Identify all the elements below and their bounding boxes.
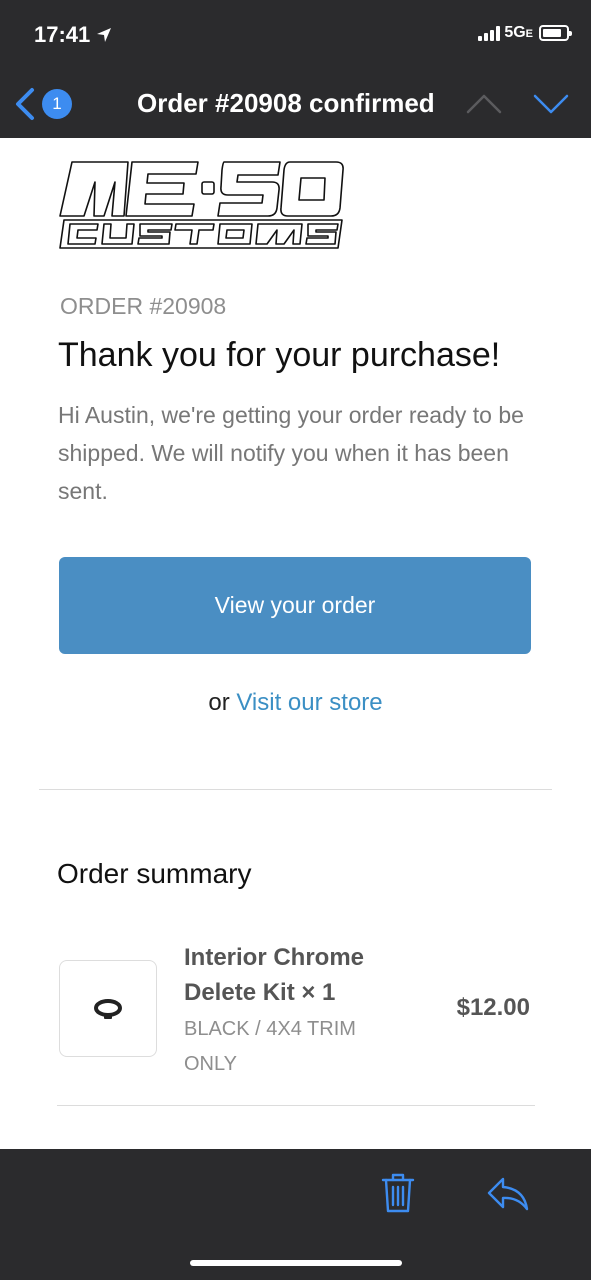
status-indicators: 5GE bbox=[478, 24, 572, 42]
message-title: Order #20908 confirmed bbox=[137, 88, 435, 118]
view-order-button[interactable]: View your order bbox=[59, 557, 531, 654]
order-summary-title: Order summary bbox=[57, 858, 252, 889]
status-time: 17:41 bbox=[34, 22, 112, 48]
unread-badge[interactable]: 1 bbox=[42, 89, 72, 119]
product-name: Interior Chrome Delete Kit × 1 bbox=[184, 944, 365, 1006]
status-time-text: 17:41 bbox=[34, 22, 91, 47]
visit-store-link[interactable]: Visit our store bbox=[236, 689, 382, 716]
product-variant: BLACK / 4X4 TRIM ONLY bbox=[184, 1018, 356, 1075]
network-type: 5GE bbox=[504, 24, 533, 41]
email-intro-text: Hi Austin, we're getting your order read… bbox=[58, 402, 524, 504]
home-indicator bbox=[190, 1260, 402, 1266]
trash-icon[interactable] bbox=[380, 1172, 416, 1214]
email-headline: Thank you for your purchase! bbox=[58, 336, 501, 374]
product-image bbox=[94, 998, 122, 1019]
product-price: $12.00 bbox=[456, 994, 530, 1021]
chevron-down-icon[interactable] bbox=[533, 92, 569, 116]
back-chevron-icon[interactable] bbox=[10, 86, 40, 122]
signal-icon bbox=[478, 25, 501, 41]
battery-icon bbox=[539, 25, 572, 41]
item-divider bbox=[57, 1105, 535, 1106]
location-arrow-icon bbox=[97, 28, 112, 42]
reply-icon[interactable] bbox=[486, 1176, 530, 1212]
secondary-action: or Visit our store bbox=[0, 689, 591, 717]
brand-logo bbox=[59, 161, 344, 249]
order-number-label: ORDER #20908 bbox=[60, 293, 227, 319]
product-thumbnail bbox=[59, 960, 157, 1057]
secondary-prefix: or bbox=[208, 689, 230, 716]
section-divider bbox=[39, 789, 552, 790]
chevron-up-icon[interactable] bbox=[466, 92, 502, 116]
